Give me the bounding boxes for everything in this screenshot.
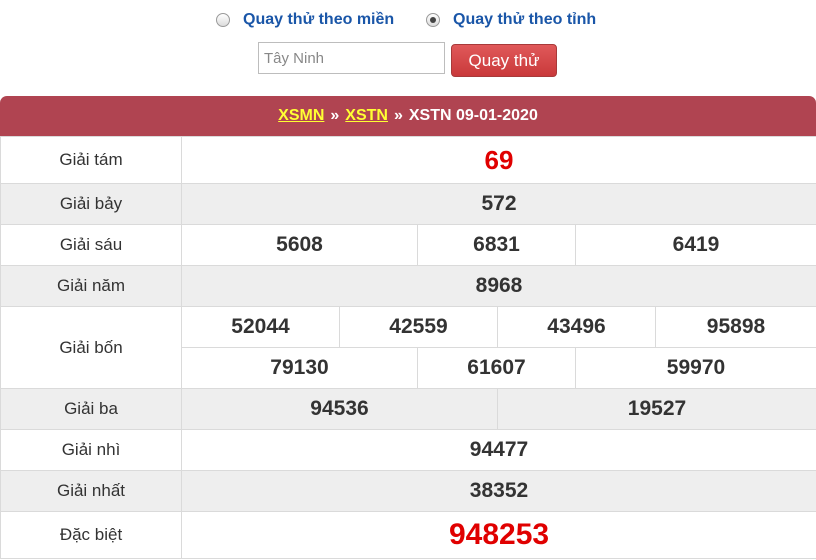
radio-by-province-circle[interactable] [426,13,440,27]
prize-label: Đặc biệt [0,511,182,559]
prize-number: 95898 [654,306,816,348]
prize-row-giai-ba: Giải ba 94536 19527 [0,388,816,430]
prize-label: Giải ba [0,388,182,430]
special-prize-number: 948253 [180,511,816,559]
prize-label: Giải bảy [0,183,182,225]
prize-row-giai-bay: Giải bảy 572 [0,183,816,225]
breadcrumb-separator: » [393,107,403,124]
prize-label: Giải bốn [0,306,182,389]
prize-number: 6419 [574,224,816,266]
prize-number: 8968 [180,265,816,307]
spin-button[interactable]: Quay thử [451,44,557,77]
prize-number: 59970 [574,347,816,389]
prize-number: 69 [180,136,816,184]
prize-number: 79130 [181,347,418,389]
prize-number: 5608 [181,224,418,266]
prize-number: 19527 [496,388,816,430]
spin-controls: Quay thử theo miền Quay thử theo tỉnh Qu… [0,0,816,96]
province-link[interactable]: XSTN [345,107,388,125]
prize-table: Giải tám 69 Giải bảy 572 Giải sáu 5608 6… [0,136,816,559]
prize-number: 61607 [417,347,576,389]
prize-row-giai-bon: Giải bốn 52044 42559 43496 95898 [0,306,816,389]
prize-number: 572 [180,183,816,225]
prize-label: Giải nhất [0,470,182,512]
prize-number: 42559 [339,306,498,348]
radio-by-region-label[interactable]: Quay thử theo miền [243,11,394,29]
results-title: XSTN 09-01-2020 [408,107,538,124]
prize-row-giai-sau: Giải sáu 5608 6831 6419 [0,224,816,266]
prize-row-giai-nam: Giải năm 8968 [0,265,816,307]
prize-number: 38352 [180,470,816,512]
prize-number: 94477 [180,429,816,471]
results-header: XSMN » XSTN » XSTN 09-01-2020 [0,96,816,136]
prize-row-dac-biet: Đặc biệt 948253 [0,511,816,559]
region-link[interactable]: XSMN [278,107,324,125]
results-table: XSMN » XSTN » XSTN 09-01-2020 Giải tám 6… [0,96,816,559]
prize-number: 52044 [181,306,340,348]
province-input[interactable] [258,42,445,74]
prize-number: 43496 [497,306,656,348]
prize-label: Giải tám [0,136,182,184]
prize-row-giai-tam: Giải tám 69 [0,136,816,184]
radio-by-province-label[interactable]: Quay thử theo tỉnh [453,11,596,29]
prize-number: 94536 [181,388,498,430]
prize-row-giai-nhi: Giải nhì 94477 [0,429,816,471]
breadcrumb-separator: » [330,107,340,124]
prize-row-giai-nhat: Giải nhất 38352 [0,470,816,512]
radio-by-region-circle[interactable] [216,13,230,27]
prize-number: 6831 [417,224,576,266]
prize-label: Giải sáu [0,224,182,266]
prize-label: Giải nhì [0,429,182,471]
radio-by-region[interactable]: Quay thử theo miền [216,10,394,30]
prize-label: Giải năm [0,265,182,307]
radio-by-province[interactable]: Quay thử theo tỉnh [426,10,596,30]
radio-selected-dot [430,17,436,23]
